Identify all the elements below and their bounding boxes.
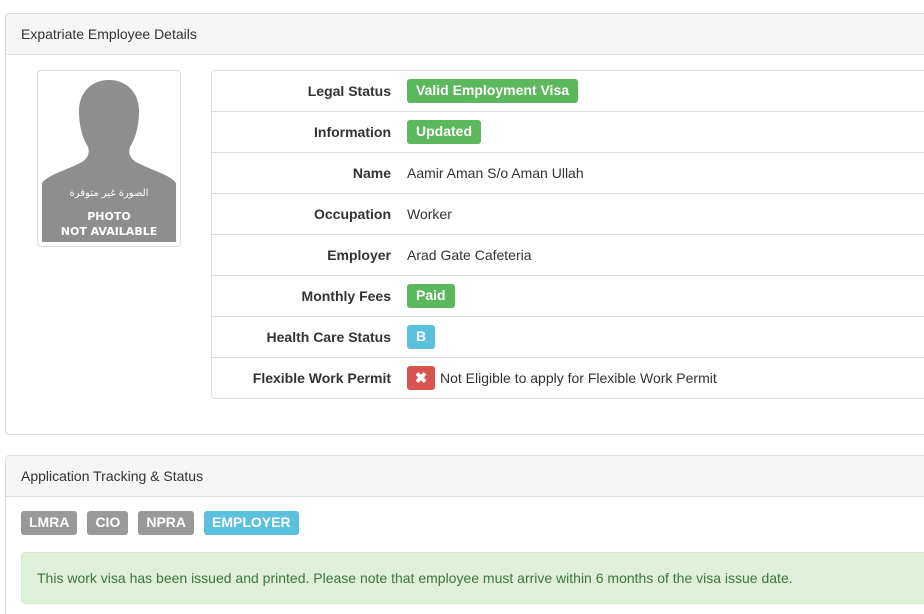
row-information: Information Updated — [212, 111, 924, 152]
employee-details-panel: Expatriate Employee Details الصورة غير م… — [5, 13, 924, 435]
photo-arabic-text: الصورة غير متوفرة — [69, 188, 149, 199]
panel-title: Application Tracking & Status — [6, 456, 924, 497]
panel-title: Expatriate Employee Details — [6, 14, 924, 55]
row-legal-status: Legal Status Valid Employment Visa — [212, 71, 924, 111]
row-label: Health Care Status — [266, 329, 391, 345]
close-icon: ✖ — [407, 366, 435, 390]
employer-value: Arad Gate Cafeteria — [407, 247, 532, 263]
row-label: Employer — [327, 247, 391, 263]
row-health-care-status: Health Care Status B — [212, 316, 924, 357]
row-label: Name — [352, 165, 391, 181]
row-flexible-work-permit: Flexible Work Permit ✖ Not Eligible to a… — [212, 357, 924, 398]
tab-employer[interactable]: EMPLOYER — [204, 511, 299, 535]
name-value: Aamir Aman S/o Aman Ullah — [407, 165, 584, 181]
health-care-badge: B — [407, 325, 436, 349]
flexible-permit-value: Not Eligible to apply for Flexible Work … — [440, 370, 717, 386]
application-tracking-panel: Application Tracking & Status LMRA CIO N… — [5, 455, 924, 614]
details-table: Legal Status Valid Employment Visa Infor… — [211, 70, 924, 399]
photo-text-line2: NOT AVAILABLE — [60, 225, 158, 238]
row-label: Monthly Fees — [301, 288, 391, 304]
tracking-tabs: LMRA CIO NPRA EMPLOYER — [21, 511, 309, 535]
row-label: Information — [314, 124, 391, 140]
row-label: Legal Status — [307, 83, 391, 99]
tab-npra[interactable]: NPRA — [138, 511, 194, 535]
occupation-value: Worker — [407, 206, 452, 222]
legal-status-badge: Valid Employment Visa — [407, 79, 579, 103]
information-badge: Updated — [407, 120, 481, 144]
row-label: Occupation — [313, 206, 391, 222]
tab-lmra[interactable]: LMRA — [21, 511, 78, 535]
row-occupation: Occupation Worker — [212, 193, 924, 234]
photo-text-line1: PHOTO — [87, 210, 131, 223]
row-monthly-fees: Monthly Fees Paid — [212, 275, 924, 316]
row-employer: Employer Arad Gate Cafeteria — [212, 234, 924, 275]
monthly-fees-badge: Paid — [407, 284, 455, 308]
employee-photo: الصورة غير متوفرة PHOTO NOT AVAILABLE — [37, 70, 181, 247]
row-name: Name Aamir Aman S/o Aman Ullah — [212, 152, 924, 193]
tab-cio[interactable]: CIO — [87, 511, 129, 535]
visa-status-alert: This work visa has been issued and print… — [21, 552, 924, 604]
row-label: Flexible Work Permit — [252, 370, 391, 386]
